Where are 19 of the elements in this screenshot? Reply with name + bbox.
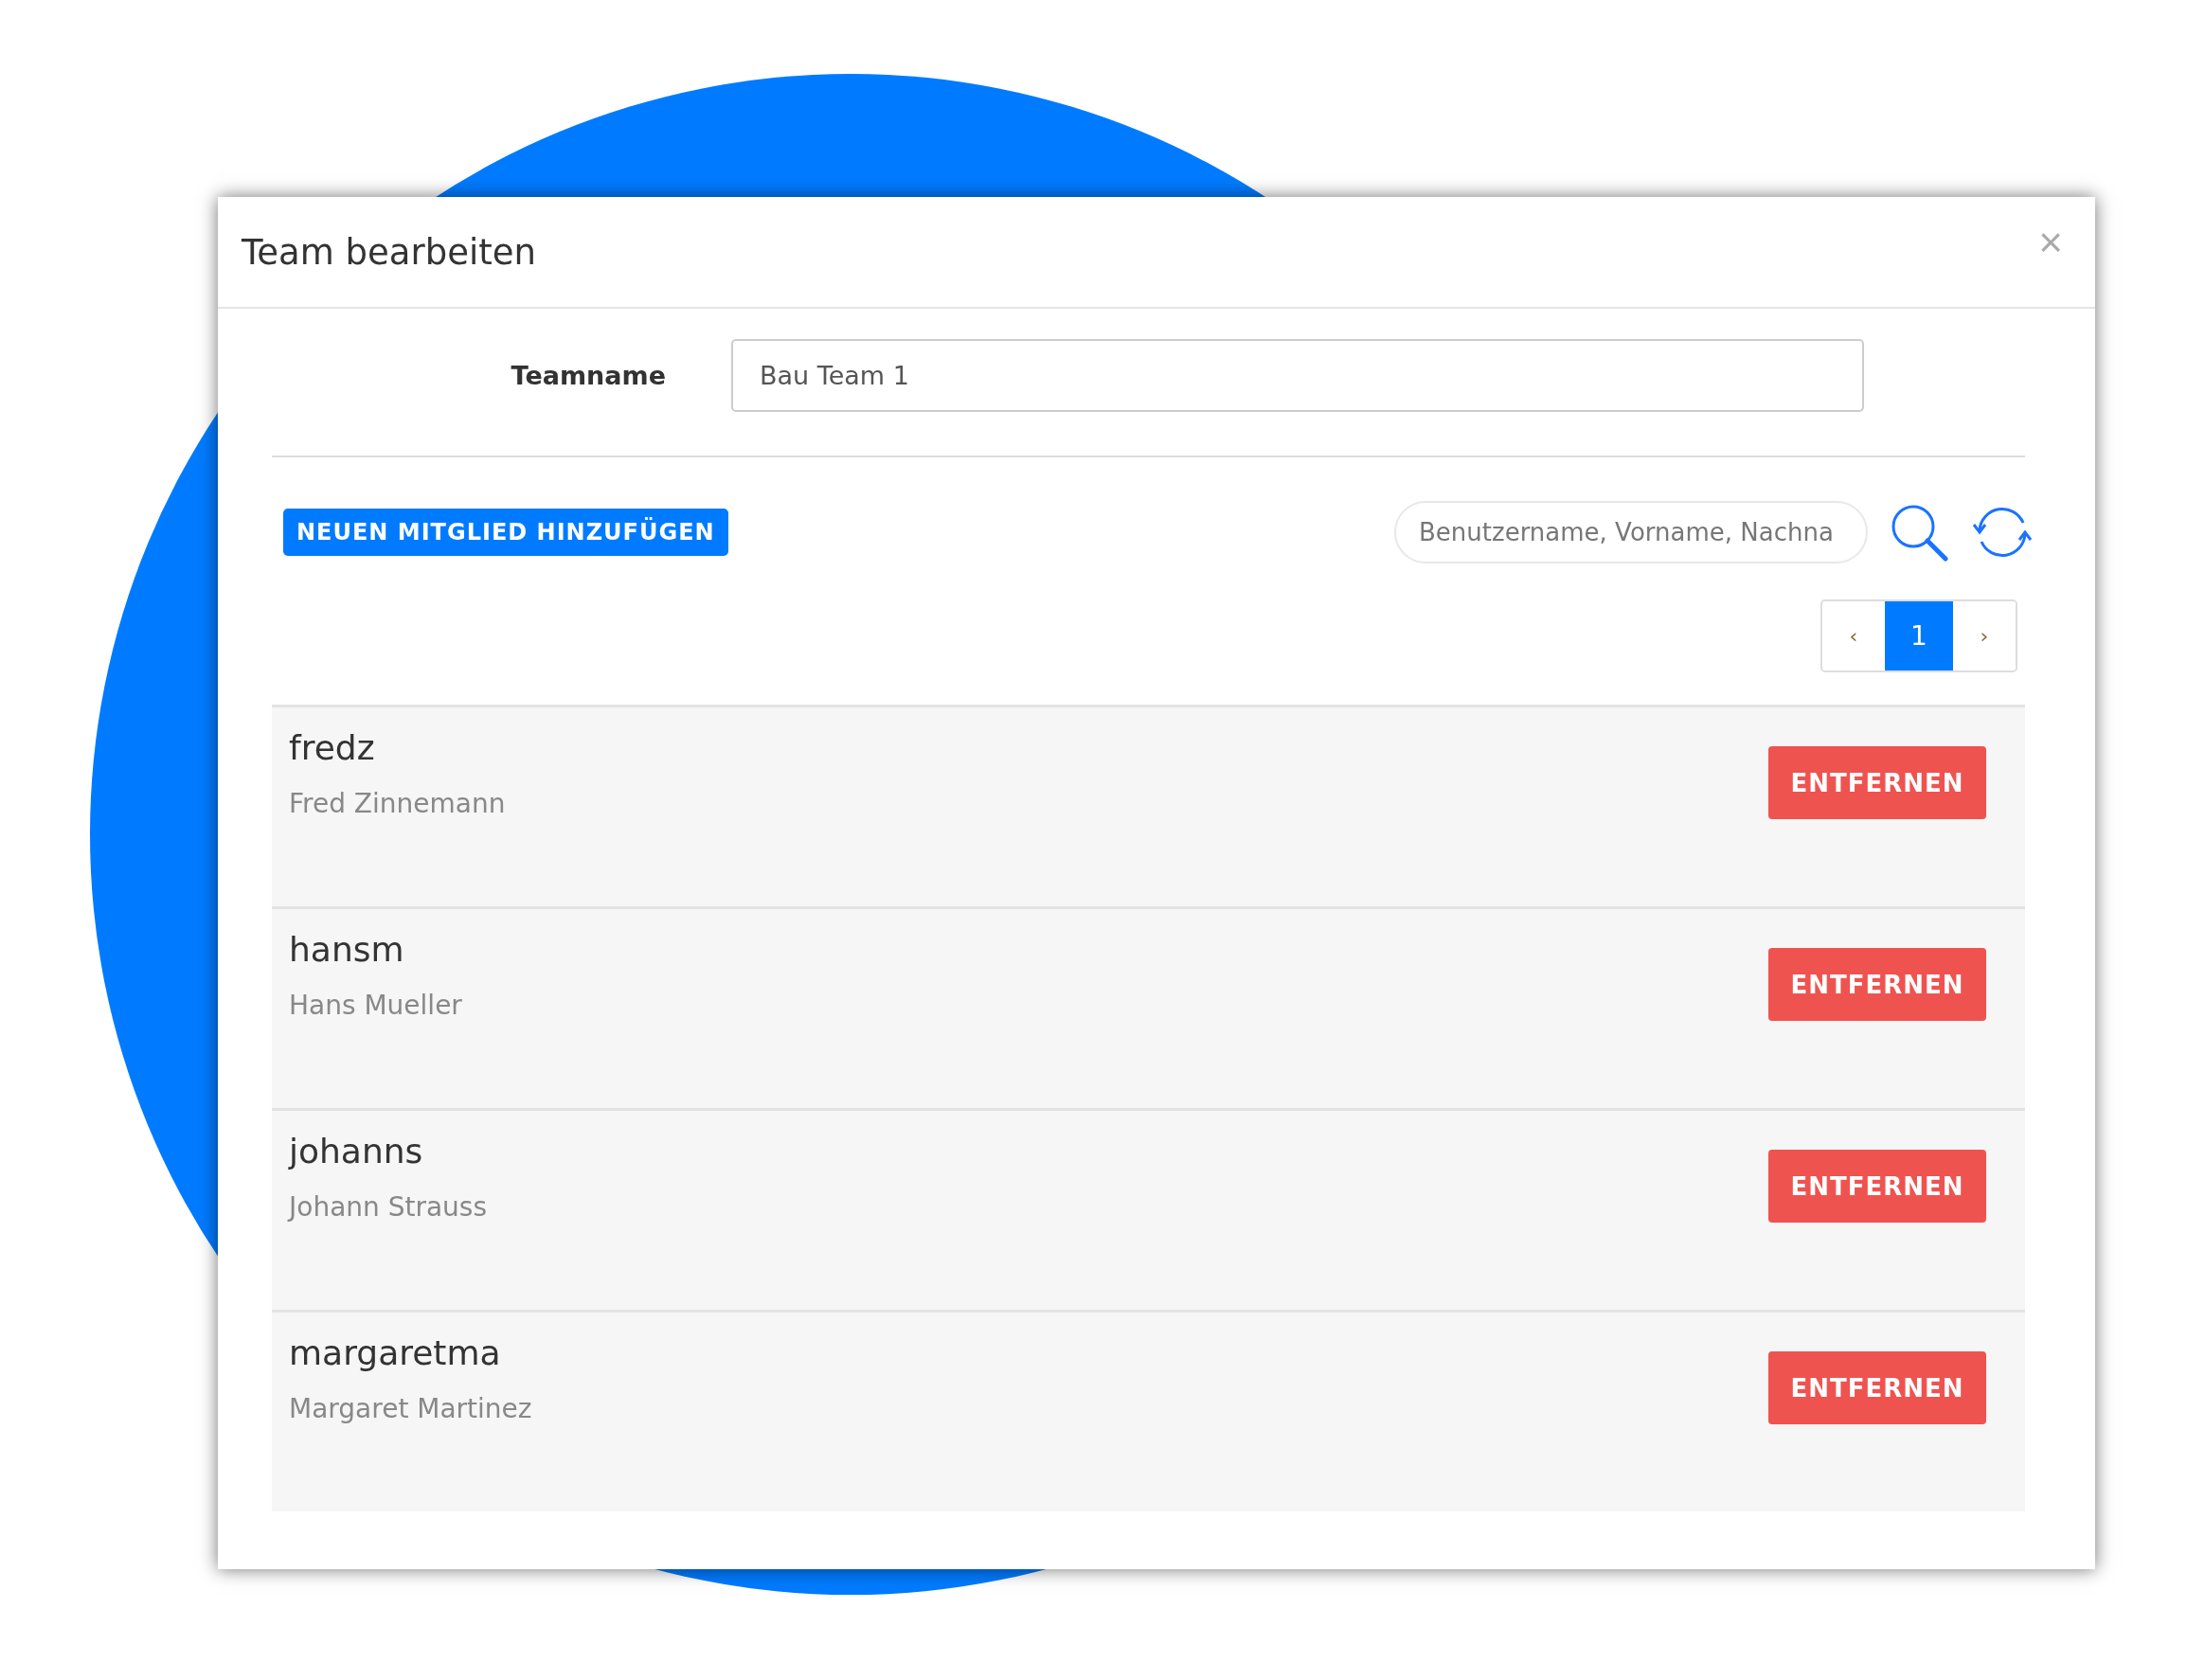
dialog-title: Team bearbeiten (242, 231, 536, 273)
remove-button[interactable]: ENTFERNEN (1768, 1150, 1986, 1223)
teamname-field[interactable]: Bau Team 1 (731, 339, 1864, 412)
page-button[interactable]: 1 (1885, 601, 1953, 670)
remove-button[interactable]: ENTFERNEN (1768, 948, 1986, 1021)
full-name: Margaret Martinez (289, 1393, 532, 1424)
username: johanns (289, 1132, 424, 1171)
search-field[interactable]: Benutzername, Vorname, Nachna (1394, 501, 1868, 563)
add-member-button[interactable]: NEUEN MITGLIED HINZUFÜGEN (283, 509, 728, 556)
username: hansm (289, 930, 405, 969)
username: fredz (289, 728, 376, 767)
remove-button[interactable]: ENTFERNEN (1768, 1351, 1986, 1424)
field-label: Teamname (510, 361, 667, 390)
full-name: Hans Mueller (289, 990, 462, 1021)
close-button[interactable]: × (2035, 222, 2067, 263)
full-name: Fred Zinnemann (289, 788, 506, 819)
remove-button[interactable]: ENTFERNEN (1768, 746, 1986, 819)
username: margaretma (289, 1333, 502, 1372)
full-name: Johann Strauss (289, 1191, 488, 1223)
